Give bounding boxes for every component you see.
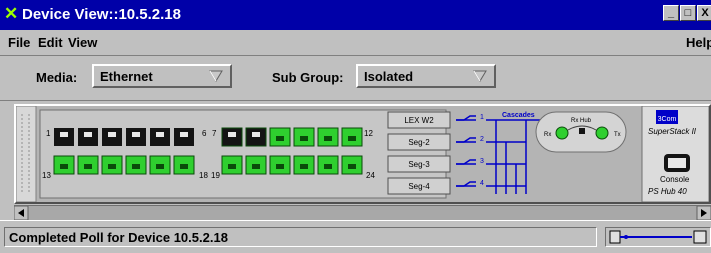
segment-label-4: Seg-4 xyxy=(408,182,430,191)
port-label-12: 12 xyxy=(364,129,373,138)
device-panel: 1 6 13 18 7 12 19 24 LEX W2 Seg-2 Seg-3 … xyxy=(14,104,711,204)
subgroup-label: Sub Group: xyxy=(272,70,344,85)
media-value: Ethernet xyxy=(100,69,153,84)
port-label-1: 1 xyxy=(46,129,51,138)
segment-number-1: 1 xyxy=(480,114,484,121)
close-button[interactable]: X xyxy=(697,5,711,21)
segment-number-3: 3 xyxy=(480,158,484,165)
port-module xyxy=(39,109,447,199)
brand-plate: 3Com SuperStack II Console PS Hub 40 xyxy=(641,106,709,202)
chevron-down-icon xyxy=(473,70,487,82)
tx-label: Tx xyxy=(614,132,621,138)
rx-hub-label: Rx Hub xyxy=(571,118,592,124)
port-label-24: 24 xyxy=(366,171,375,180)
segment-switch-icons xyxy=(456,115,476,187)
status-message: Completed Poll for Device 10.5.2.18 xyxy=(4,227,597,247)
port-label-13: 13 xyxy=(42,171,51,180)
filter-toolbar: Media: Ethernet Sub Group: Isolated xyxy=(0,56,711,101)
hub-model: PS Hub 40 xyxy=(648,187,687,196)
brand-logo-text: 3Com xyxy=(658,116,677,123)
window-title: Device View::10.5.2.18 xyxy=(22,6,181,23)
rx-label: Rx xyxy=(544,132,551,138)
device-faceplate: 1 6 13 18 7 12 19 24 LEX W2 Seg-2 Seg-3 … xyxy=(16,106,709,202)
rx-hub-module: Rx Hub Rx Tx xyxy=(535,111,627,153)
menu-help[interactable]: Help xyxy=(686,35,711,50)
segment-number-2: 2 xyxy=(480,136,484,143)
segment-number-4: 4 xyxy=(480,180,484,187)
menu-edit[interactable]: Edit xyxy=(38,35,63,50)
segment-label-3: Seg-3 xyxy=(408,160,430,169)
maximize-button[interactable]: □ xyxy=(680,5,696,21)
menu-file[interactable]: File xyxy=(8,35,30,50)
subgroup-value: Isolated xyxy=(364,69,414,84)
menu-bar: File Edit View Help xyxy=(0,30,711,56)
computer-icon xyxy=(609,230,621,244)
cascades-label: Cascades xyxy=(502,112,535,119)
network-node-icon xyxy=(693,230,707,244)
app-x-icon: ✕ xyxy=(4,4,19,23)
network-activity-indicator xyxy=(605,227,711,247)
port-label-7: 7 xyxy=(212,129,217,138)
port-label-18: 18 xyxy=(199,171,208,180)
media-dropdown[interactable]: Ethernet xyxy=(92,64,232,88)
port-label-6: 6 xyxy=(202,129,207,138)
minimize-button[interactable]: _ xyxy=(663,5,679,21)
console-label: Console xyxy=(660,175,690,184)
status-bar: Completed Poll for Device 10.5.2.18 xyxy=(0,220,711,253)
brand-product: SuperStack II xyxy=(648,127,697,136)
rx-connector-icon xyxy=(555,126,569,140)
segment-label-2: Seg-2 xyxy=(408,138,430,147)
menu-view[interactable]: View xyxy=(68,35,97,50)
title-bar: ✕ Device View::10.5.2.18 _ □ X xyxy=(0,0,711,30)
segment-label-1: LEX W2 xyxy=(404,116,434,125)
subgroup-dropdown[interactable]: Isolated xyxy=(356,64,496,88)
media-label: Media: xyxy=(36,70,78,85)
port-label-19: 19 xyxy=(211,171,220,180)
horizontal-scrollbar[interactable] xyxy=(14,205,711,220)
left-mount-ear xyxy=(16,106,37,202)
chevron-down-icon xyxy=(209,70,223,82)
tx-connector-icon xyxy=(595,126,609,140)
